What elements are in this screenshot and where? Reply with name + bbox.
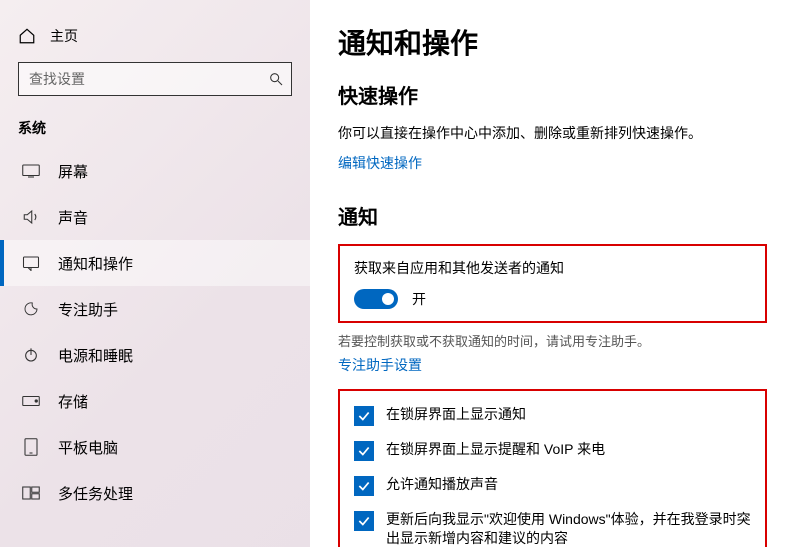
- quick-actions-section: 快速操作 你可以直接在操作中心中添加、删除或重新排列快速操作。 编辑快速操作: [338, 80, 767, 173]
- power-icon: [22, 347, 40, 363]
- check-row-lockscreen-notify: 在锁屏界面上显示通知: [354, 405, 751, 426]
- storage-icon: [22, 395, 40, 407]
- sidebar-item-multitask[interactable]: 多任务处理: [0, 470, 310, 516]
- home-label: 主页: [50, 26, 78, 46]
- sidebar-item-tablet[interactable]: 平板电脑: [0, 424, 310, 470]
- highlight-box-toggle: 获取来自应用和其他发送者的通知 开: [338, 244, 767, 322]
- tablet-icon: [22, 438, 40, 456]
- sidebar-item-notifications[interactable]: 通知和操作: [0, 240, 310, 286]
- sidebar-item-power[interactable]: 电源和睡眠: [0, 332, 310, 378]
- notifications-section: 通知 获取来自应用和其他发送者的通知 开 若要控制获取或不获取通知的时间，请试用…: [338, 201, 767, 547]
- sound-icon: [22, 209, 40, 225]
- highlight-box-checks: 在锁屏界面上显示通知 在锁屏界面上显示提醒和 VoIP 来电 允许通知播放声音 …: [338, 389, 767, 547]
- checkbox[interactable]: [354, 511, 374, 531]
- quick-desc: 你可以直接在操作中心中添加、删除或重新排列快速操作。: [338, 123, 767, 143]
- focus-assist-link[interactable]: 专注助手设置: [338, 357, 422, 373]
- multitask-icon: [22, 486, 40, 500]
- sidebar-item-focus[interactable]: 专注助手: [0, 286, 310, 332]
- focus-icon: [22, 301, 40, 317]
- check-label: 允许通知播放声音: [386, 475, 498, 495]
- search-wrap: [18, 62, 292, 96]
- checkbox[interactable]: [354, 441, 374, 461]
- display-icon: [22, 164, 40, 178]
- check-row-sound: 允许通知播放声音: [354, 475, 751, 496]
- check-row-welcome: 更新后向我显示"欢迎使用 Windows"体验，并在我登录时突出显示新增内容和建…: [354, 510, 751, 547]
- group-title: 系统: [0, 112, 310, 148]
- sidebar-item-sound[interactable]: 声音: [0, 194, 310, 240]
- page-title: 通知和操作: [338, 22, 767, 62]
- sidebar-item-label: 多任务处理: [58, 483, 133, 504]
- checkbox[interactable]: [354, 406, 374, 426]
- edit-quick-actions-link[interactable]: 编辑快速操作: [338, 155, 422, 171]
- toggle-title: 获取来自应用和其他发送者的通知: [354, 258, 751, 278]
- notify-heading: 通知: [338, 201, 767, 230]
- search-input[interactable]: [18, 62, 292, 96]
- sidebar-item-label: 平板电脑: [58, 437, 118, 458]
- toggle-state-label: 开: [412, 289, 426, 309]
- sidebar-item-label: 专注助手: [58, 299, 118, 320]
- checkbox[interactable]: [354, 476, 374, 496]
- sidebar-item-label: 声音: [58, 207, 88, 228]
- home-icon: [18, 27, 36, 45]
- check-label: 更新后向我显示"欢迎使用 Windows"体验，并在我登录时突出显示新增内容和建…: [386, 510, 751, 547]
- sidebar-item-label: 通知和操作: [58, 253, 133, 274]
- check-label: 在锁屏界面上显示提醒和 VoIP 来电: [386, 440, 605, 460]
- check-row-lockscreen-voip: 在锁屏界面上显示提醒和 VoIP 来电: [354, 440, 751, 461]
- main-panel: 通知和操作 快速操作 你可以直接在操作中心中添加、删除或重新排列快速操作。 编辑…: [310, 0, 795, 547]
- home-link[interactable]: 主页: [0, 18, 310, 58]
- focus-hint: 若要控制获取或不获取通知的时间，请试用专注助手。: [338, 333, 767, 351]
- notifications-toggle[interactable]: [354, 289, 398, 309]
- search-icon: [268, 71, 284, 87]
- quick-heading: 快速操作: [338, 80, 767, 109]
- notifications-icon: [22, 255, 40, 271]
- sidebar-item-display[interactable]: 屏幕: [0, 148, 310, 194]
- sidebar-item-storage[interactable]: 存储: [0, 378, 310, 424]
- sidebar: 主页 系统 屏幕 声音 通知和操作 专注助手 电源和睡眠 存储 平板电脑 多任务: [0, 0, 310, 547]
- check-label: 在锁屏界面上显示通知: [386, 405, 526, 425]
- sidebar-item-label: 电源和睡眠: [58, 345, 133, 366]
- sidebar-item-label: 屏幕: [58, 161, 88, 182]
- sidebar-item-label: 存储: [58, 391, 88, 412]
